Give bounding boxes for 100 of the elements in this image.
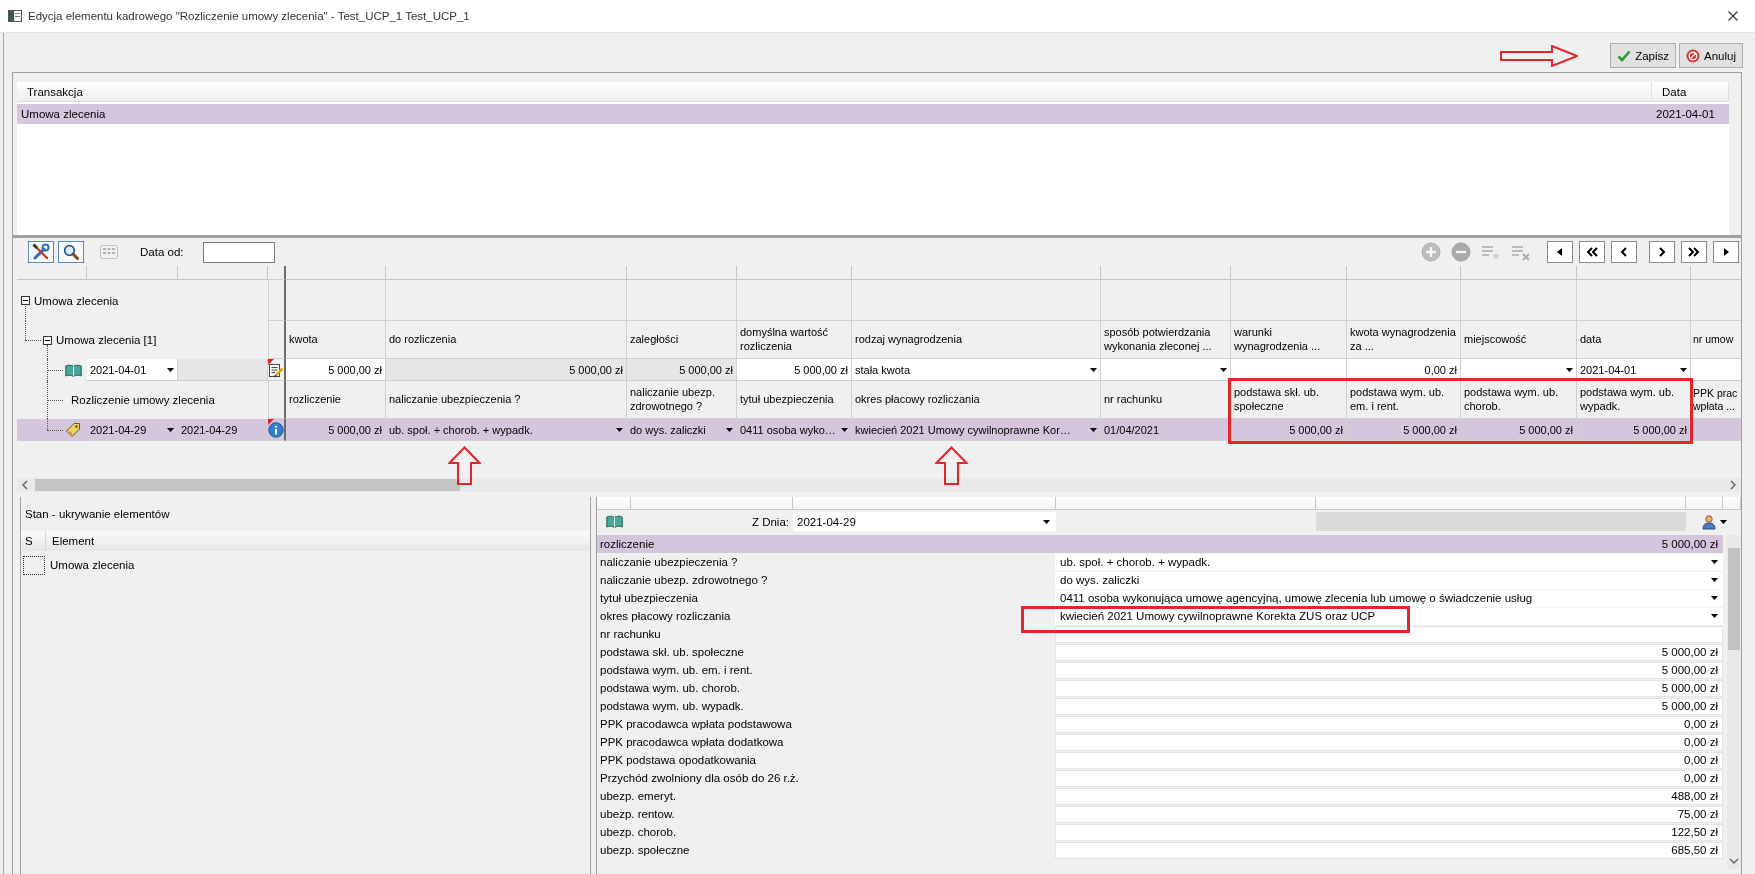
tree-item[interactable]: Rozliczenie umowy zlecenia (71, 394, 215, 406)
search-button[interactable] (58, 241, 84, 263)
amount-field[interactable]: 5 000,00 zł (1055, 661, 1723, 679)
amount-field[interactable]: 0,00 zł (1055, 751, 1723, 769)
text-field[interactable]: 01/04/2021 (1101, 419, 1231, 441)
property-row[interactable]: PPK pracodawca wpłata podstawowa 0,00 zł (597, 715, 1723, 733)
amount-field[interactable]: 685,50 zł (1055, 841, 1723, 859)
property-row[interactable]: rozliczenie 5 000,00 zł (597, 535, 1723, 553)
property-row[interactable]: tytuł ubezpieczenia 0411 osoba wykonująca umowę agencyjną, umowę zlecenia lub umowę o świadczenie usług (597, 589, 1723, 607)
collapse-icon[interactable] (21, 296, 30, 305)
date-input[interactable] (203, 241, 276, 263)
amount-field[interactable]: 122,50 zł (1055, 823, 1723, 841)
dropdown[interactable]: kwiecień 2021 Umowy cywilnoprawne Kor… (852, 419, 1101, 441)
amount-field[interactable]: 5 000,00 zł (1055, 679, 1723, 697)
settings-button[interactable] (28, 241, 54, 263)
collapse-icon[interactable] (43, 335, 52, 345)
property-row[interactable]: podstawa skł. ub. społeczne 5 000,00 zł (597, 643, 1723, 661)
amount-field[interactable]: 5 000,00 zł (1055, 697, 1723, 715)
property-row[interactable]: Przychód zwolniony dla osób do 26 r.ż. 0,00 zł (597, 769, 1723, 787)
amount-field[interactable]: 5 000,00 zł (286, 419, 386, 441)
dropdown[interactable]: kwiecień 2021 Umowy cywilnoprawne Korekta ZUS oraz UCP (1055, 607, 1723, 625)
column-header[interactable]: S (21, 531, 46, 551)
table-row[interactable]: Umowa zlecenia 2021-04-01 (17, 104, 1729, 124)
property-row[interactable]: ubezp. chorob. 122,50 zł (597, 823, 1723, 841)
book-icon (65, 363, 82, 377)
table-cell-text: 2021-04-01 (1655, 107, 1716, 122)
amount-field[interactable]: 488,00 zł (1055, 787, 1723, 805)
dropdown[interactable]: stała kwota (852, 359, 1101, 381)
property-row[interactable]: naliczanie ubezp. zdrowotnego ? do wys. zaliczki (597, 571, 1723, 589)
caret-icon (1220, 367, 1227, 372)
dropdown[interactable]: ub. społ. + chorob. + wypadk. (386, 419, 627, 441)
amount-field[interactable]: 0,00 zł (1055, 715, 1723, 733)
annotation-arrow (935, 446, 968, 485)
dropdown[interactable]: 2021-04-01 (87, 359, 178, 381)
input-field[interactable] (1055, 625, 1723, 643)
amount-field[interactable]: 0,00 zł (1055, 733, 1723, 751)
input-field[interactable] (1691, 359, 1741, 381)
nav-button[interactable] (1547, 241, 1573, 263)
property-row[interactable]: PPK pracodawca wpłata dodatkowa 0,00 zł (597, 733, 1723, 751)
dropdown[interactable]: do wys. zaliczki (1055, 571, 1723, 589)
dropdown[interactable]: 0411 osoba wykonująca umowę agencyjną, umowę zlecenia lub umowę o świadczenie usług (1055, 589, 1723, 607)
dropdown[interactable]: do wys. zaliczki (627, 419, 737, 441)
caret-icon (1043, 519, 1050, 524)
property-row[interactable]: podstawa wym. ub. em. i rent. 5 000,00 zł (597, 661, 1723, 679)
property-row[interactable]: PPK podstawa opodatkowania 0,00 zł (597, 751, 1723, 769)
amount-field[interactable]: 5 000,00 zł (737, 359, 852, 381)
tree-item[interactable]: Umowa zlecenia [1] (56, 334, 157, 346)
vertical-scrollbar[interactable] (1727, 535, 1741, 869)
amount-field[interactable]: 5 000,00 zł (1231, 419, 1347, 441)
column-header[interactable]: Transakcja (17, 82, 1652, 101)
column-header[interactable]: Element (46, 531, 590, 551)
amount-field[interactable]: 5 000,00 zł (1577, 419, 1691, 441)
amount-field[interactable]: 75,00 zł (1055, 805, 1723, 823)
amount-field[interactable]: 0,00 zł (1347, 359, 1461, 381)
checkbox[interactable] (23, 555, 45, 575)
amount-field[interactable]: 5 000,00 zł (1461, 419, 1577, 441)
save-button[interactable]: Zapisz (1610, 43, 1677, 68)
property-row[interactable]: podstawa wym. ub. wypadk. 5 000,00 zł (597, 697, 1723, 715)
scrollbar-thumb[interactable] (35, 479, 460, 491)
input-field[interactable] (1231, 359, 1347, 381)
close-icon[interactable] (1728, 11, 1738, 21)
amount-field[interactable]: 0,00 zł (1055, 769, 1723, 787)
nav-button[interactable] (1681, 241, 1707, 263)
scroll-left-icon[interactable] (21, 480, 29, 490)
table-row[interactable]: 2021-04-29 2021-04-29 5 000,00 zł ub. społ. + chorob. + wypadk. do wys. zaliczki 0411 osoba wyko… kwiecień 2021 Umowy cywilnoprawne Kor… 01/04/2021 5 000,00 zł 5 000,00 zł 5 000,00 zł 5 000,00 zł (17, 419, 1741, 441)
field-label: okres płacowy rozliczania (599, 610, 732, 622)
dropdown[interactable]: 2021-04-29 (87, 419, 178, 441)
nav-button[interactable] (1579, 241, 1605, 263)
cancel-button[interactable]: Anuluj (1679, 43, 1743, 68)
chevron-right-icon (1656, 246, 1668, 258)
dropdown[interactable]: 2021-04-01 (1577, 359, 1691, 381)
tree-item[interactable]: Umowa zlecenia (34, 294, 119, 307)
property-row[interactable]: ubezp. emeryt. 488,00 zł (597, 787, 1723, 805)
amount-field[interactable]: 5 000,00 zł (1055, 643, 1723, 661)
amount-field[interactable]: 5 000,00 zł (1347, 419, 1461, 441)
nav-button[interactable] (1611, 241, 1637, 263)
book-icon[interactable] (605, 515, 623, 528)
nav-button[interactable] (1649, 241, 1675, 263)
dropdown[interactable]: 2021-04-29 (793, 512, 1056, 531)
dropdown[interactable] (1461, 359, 1577, 381)
property-row[interactable]: naliczanie ubezpieczenia ? ub. społ. + chorob. + wypadk. (597, 553, 1723, 571)
panel-title: Stan - ukrywanie elementów (24, 507, 171, 522)
amount-field[interactable]: 5 000,00 zł (286, 359, 386, 381)
scrollbar-thumb[interactable] (1728, 548, 1740, 650)
property-row[interactable]: ubezp. rentow. 75,00 zł (597, 805, 1723, 823)
column-header[interactable]: Data (1652, 82, 1729, 101)
amount-field[interactable]: 5 000,00 zł (1055, 535, 1723, 553)
check-icon (1617, 49, 1632, 62)
caret-icon (841, 427, 848, 432)
horizontal-scrollbar[interactable] (17, 478, 1741, 492)
scroll-right-icon[interactable] (1729, 480, 1737, 490)
dropdown[interactable]: ub. społ. + chorob. + wypadk. (1055, 553, 1723, 571)
property-row[interactable]: nr rachunku (597, 625, 1723, 643)
scroll-down-icon[interactable] (1729, 857, 1739, 865)
property-row[interactable]: okres płacowy rozliczania kwiecień 2021 Umowy cywilnoprawne Korekta ZUS oraz UCP (597, 607, 1723, 625)
dropdown[interactable]: 0411 osoba wyko… (737, 419, 852, 441)
nav-button[interactable] (1713, 241, 1739, 263)
property-row[interactable]: ubezp. społeczne 685,50 zł (597, 841, 1723, 859)
property-row[interactable]: podstawa wym. ub. chorob. 5 000,00 zł (597, 679, 1723, 697)
text-field[interactable]: 2021-04-29 (178, 419, 268, 441)
